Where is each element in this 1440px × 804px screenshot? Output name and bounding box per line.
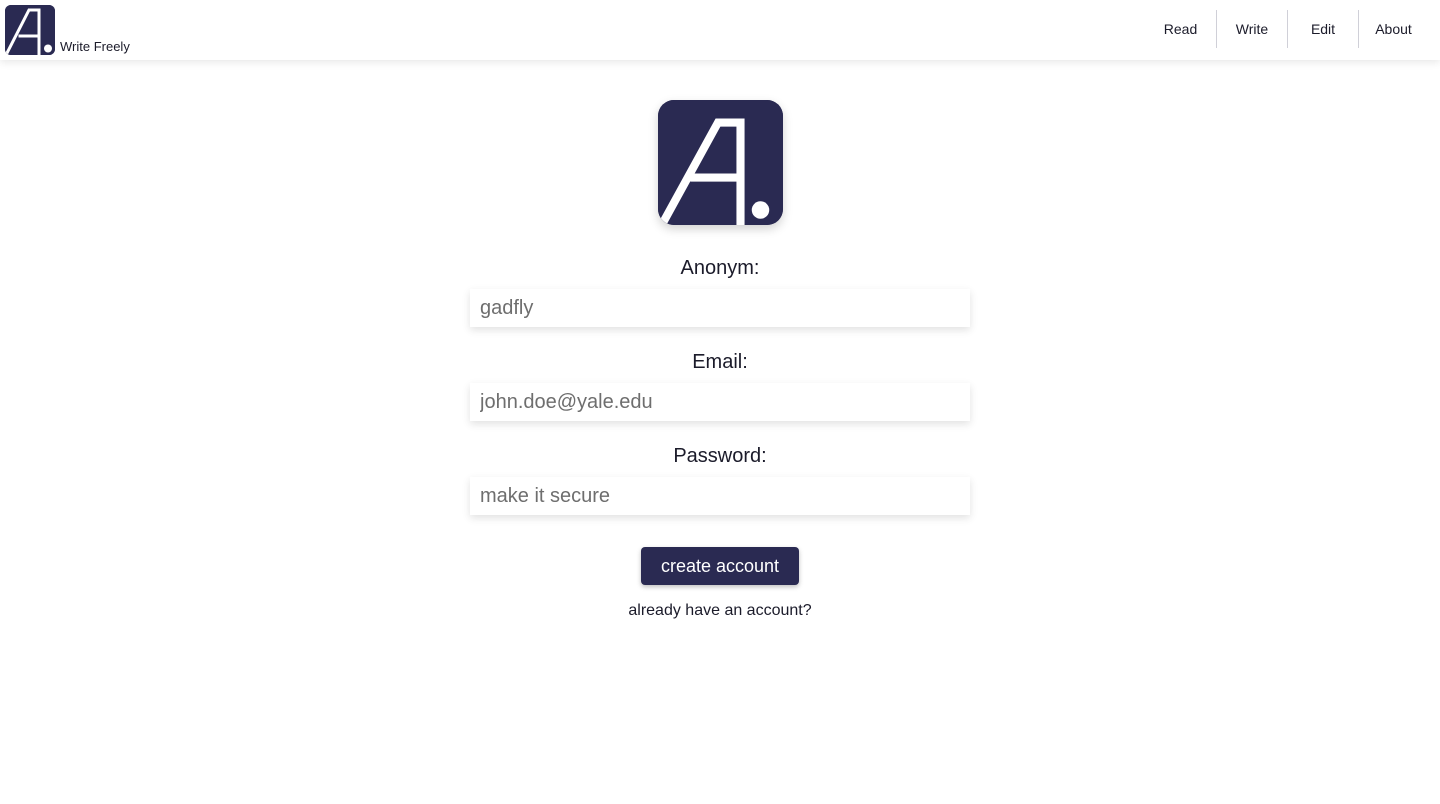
anonym-input[interactable] <box>470 289 970 327</box>
hero-logo-icon <box>658 100 783 225</box>
nav-read-link[interactable]: Read <box>1145 10 1216 48</box>
nav-about-link[interactable]: About <box>1358 10 1428 48</box>
main-nav: Read Write Edit About <box>1145 10 1428 48</box>
login-link[interactable]: already have an account? <box>470 602 970 620</box>
top-navbar: Write Freely Read Write Edit About <box>0 0 1440 60</box>
email-label: Email: <box>692 351 748 373</box>
create-account-button[interactable]: create account <box>641 547 799 585</box>
logo-icon <box>5 5 55 55</box>
nav-edit-link[interactable]: Edit <box>1287 10 1358 48</box>
password-input[interactable] <box>470 477 970 515</box>
email-input[interactable] <box>470 383 970 421</box>
password-label: Password: <box>673 445 767 467</box>
nav-write-link[interactable]: Write <box>1216 10 1287 48</box>
signup-form-area: Anonym: Email: Password: create account … <box>0 60 1440 804</box>
brand-name: Write Freely <box>60 39 130 54</box>
anonym-label: Anonym: <box>680 257 760 279</box>
brand-home-link[interactable]: Write Freely <box>5 5 130 55</box>
